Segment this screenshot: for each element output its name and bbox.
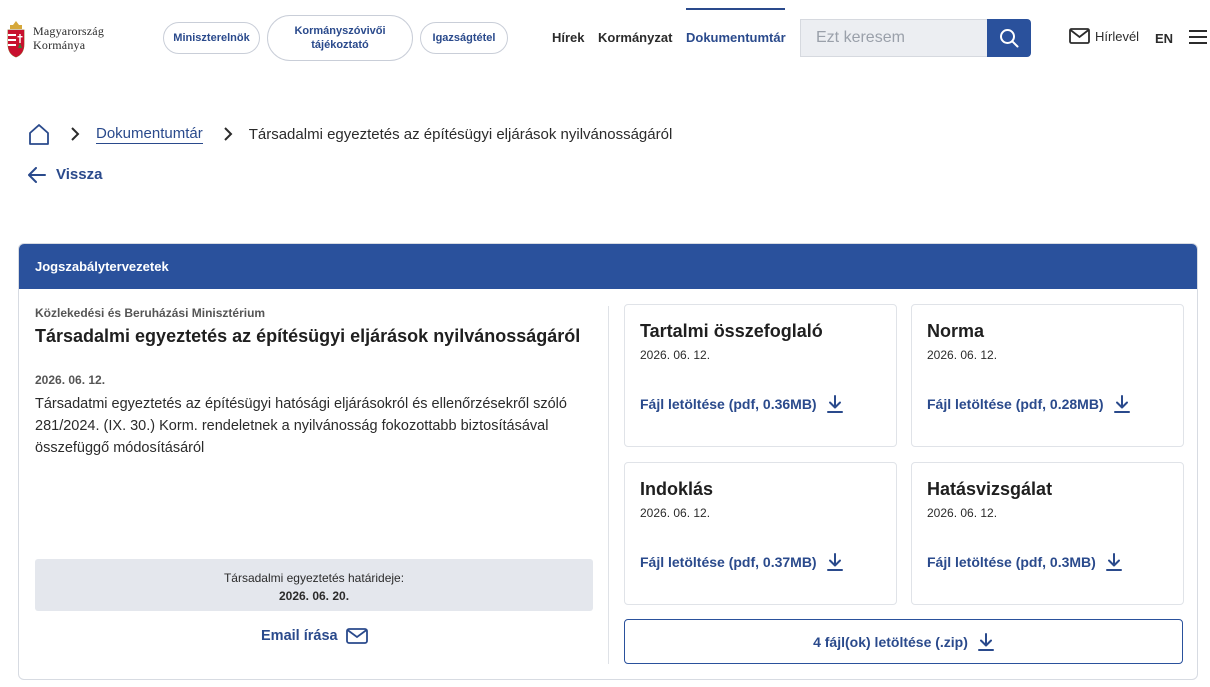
breadcrumb: Dokumentumtár Társadalmi egyeztetés az é… bbox=[28, 122, 672, 146]
email-link[interactable]: Email írása bbox=[261, 628, 368, 644]
nav-active-indicator bbox=[686, 8, 785, 10]
download-icon bbox=[1113, 395, 1130, 413]
hamburger-icon[interactable] bbox=[1189, 29, 1207, 45]
file-title: Indoklás bbox=[640, 479, 714, 499]
ministry-name: Közlekedési és Beruházási Minisztérium bbox=[35, 306, 266, 320]
search-icon bbox=[1000, 29, 1019, 48]
logo-text: Magyarország Kormánya bbox=[33, 24, 104, 52]
logo-line-2: Kormánya bbox=[33, 38, 86, 52]
home-icon[interactable] bbox=[28, 123, 50, 145]
download-icon bbox=[826, 553, 843, 571]
pill-link-miniszterelnok[interactable]: Miniszterelnök bbox=[163, 22, 260, 54]
file-box-tartalmi-osszefoglalo: Tartalmi összefoglaló 2026. 06. 12. Fájl… bbox=[624, 304, 897, 447]
file-date: 2026. 06. 12. bbox=[927, 506, 998, 520]
search-button[interactable] bbox=[987, 19, 1031, 57]
zip-download-label: 4 fájl(ok) letöltése (.zip) bbox=[813, 633, 968, 650]
envelope-icon bbox=[345, 628, 368, 644]
download-icon bbox=[1105, 553, 1122, 571]
file-download-label: Fájl letöltése (pdf, 0.28MB) bbox=[927, 396, 1104, 412]
file-title: Tartalmi összefoglaló bbox=[640, 321, 823, 341]
newsletter-label: Hírlevél bbox=[1095, 28, 1140, 44]
language-switch[interactable]: EN bbox=[1155, 31, 1173, 46]
search-input[interactable] bbox=[800, 19, 987, 57]
arrow-left-icon bbox=[28, 166, 46, 183]
document-details: Közlekedési és Beruházási Minisztérium T… bbox=[35, 306, 595, 459]
breadcrumb-link-dokumentumtar[interactable]: Dokumentumtár bbox=[96, 125, 203, 144]
file-download-link[interactable]: Fájl letöltése (pdf, 0.3MB) bbox=[927, 553, 1122, 571]
envelope-icon bbox=[1069, 28, 1090, 44]
nav-item-hirek[interactable]: Hírek bbox=[552, 30, 585, 45]
file-download-label: Fájl letöltése (pdf, 0.36MB) bbox=[640, 396, 817, 412]
file-download-link[interactable]: Fájl letöltése (pdf, 0.36MB) bbox=[640, 395, 843, 413]
nav-item-dokumentumtar[interactable]: Dokumentumtár bbox=[686, 30, 786, 45]
file-box-hatasvizsgalat: Hatásvizsgálat 2026. 06. 12. Fájl letölt… bbox=[911, 462, 1184, 605]
document-date: 2026. 06. 12. bbox=[35, 373, 106, 387]
crest-icon bbox=[7, 21, 25, 58]
back-label: Vissza bbox=[56, 166, 103, 183]
newsletter-link[interactable]: Hírlevél bbox=[1069, 28, 1139, 44]
chevron-right-icon bbox=[224, 127, 233, 141]
document-title: Társadalmi egyeztetés az építésügyi eljá… bbox=[35, 326, 581, 346]
breadcrumb-current: Társadalmi egyeztetés az építésügyi eljá… bbox=[248, 125, 673, 143]
logo-line-1: Magyarország bbox=[33, 24, 105, 38]
document-card: Jogszabálytervezetek Közlekedési és Beru… bbox=[18, 243, 1198, 680]
file-download-link[interactable]: Fájl letöltése (pdf, 0.28MB) bbox=[927, 395, 1130, 413]
file-date: 2026. 06. 12. bbox=[640, 506, 711, 520]
download-icon bbox=[826, 395, 843, 413]
site-header: Magyarország Kormánya Miniszterelnök Kor… bbox=[0, 0, 1210, 80]
pill-link-kormanyszovivoi[interactable]: Kormányszóvivői tájékoztató bbox=[267, 15, 413, 61]
file-download-label: Fájl letöltése (pdf, 0.3MB) bbox=[927, 554, 1096, 570]
nav-item-kormanyzat[interactable]: Kormányzat bbox=[598, 30, 672, 45]
deadline-label: Társadalmi egyeztetés határideje: bbox=[223, 571, 405, 585]
download-icon bbox=[977, 632, 994, 651]
file-box-indoklas: Indoklás 2026. 06. 12. Fájl letöltése (p… bbox=[624, 462, 897, 605]
email-label: Email írása bbox=[261, 628, 338, 644]
file-download-link[interactable]: Fájl letöltése (pdf, 0.37MB) bbox=[640, 553, 843, 571]
file-title: Hatásvizsgálat bbox=[927, 479, 1053, 499]
government-logo[interactable]: Magyarország Kormánya bbox=[5, 18, 104, 58]
column-divider bbox=[608, 306, 609, 664]
chevron-right-icon bbox=[71, 127, 80, 141]
search-bar bbox=[800, 19, 1031, 57]
deadline-value: 2026. 06. 20. bbox=[278, 589, 350, 603]
zip-download-button[interactable]: 4 fájl(ok) letöltése (.zip) bbox=[624, 619, 1183, 664]
back-link[interactable]: Vissza bbox=[28, 166, 102, 183]
document-description: Társadatmi egyeztetés az építésügyi ható… bbox=[35, 396, 567, 456]
file-date: 2026. 06. 12. bbox=[927, 348, 998, 362]
file-title: Norma bbox=[927, 321, 985, 341]
file-download-label: Fájl letöltése (pdf, 0.37MB) bbox=[640, 554, 817, 570]
deadline-box: Társadalmi egyeztetés határideje: 2026. … bbox=[35, 559, 593, 611]
pill-link-igazsagtetel[interactable]: Igazságtétel bbox=[420, 22, 508, 54]
file-date: 2026. 06. 12. bbox=[640, 348, 711, 362]
file-box-norma: Norma 2026. 06. 12. Fájl letöltése (pdf,… bbox=[911, 304, 1184, 447]
card-header: Jogszabálytervezetek bbox=[19, 244, 1197, 289]
